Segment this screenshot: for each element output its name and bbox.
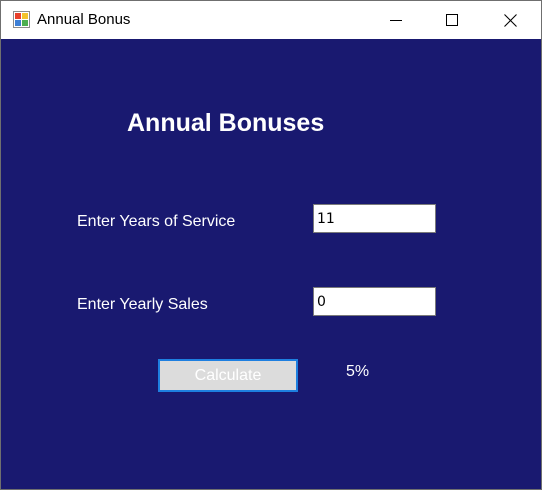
app-icon: [13, 11, 30, 28]
page-title: Annual Bonuses: [127, 109, 325, 137]
title-bar[interactable]: Annual Bonus: [1, 1, 541, 39]
maximize-icon: [446, 14, 458, 26]
close-icon: [503, 13, 517, 27]
years-of-service-label: Enter Years of Service: [77, 213, 236, 230]
minimize-button[interactable]: [373, 1, 419, 39]
yearly-sales-label: Enter Yearly Sales: [77, 296, 208, 313]
bonus-result-label: 5%: [346, 363, 370, 380]
form-client-area: Annual Bonuses Enter Years of Service En…: [1, 39, 541, 489]
maximize-button[interactable]: [429, 1, 475, 39]
minimize-icon: [390, 20, 402, 21]
calculate-button[interactable]: Calculate: [158, 359, 298, 392]
close-button[interactable]: [487, 1, 533, 39]
app-window: Annual Bonus Annual Bonuses Enter Years …: [0, 0, 542, 490]
yearly-sales-input[interactable]: [313, 287, 436, 316]
window-title: Annual Bonus: [37, 11, 131, 28]
years-of-service-input[interactable]: [313, 204, 436, 233]
